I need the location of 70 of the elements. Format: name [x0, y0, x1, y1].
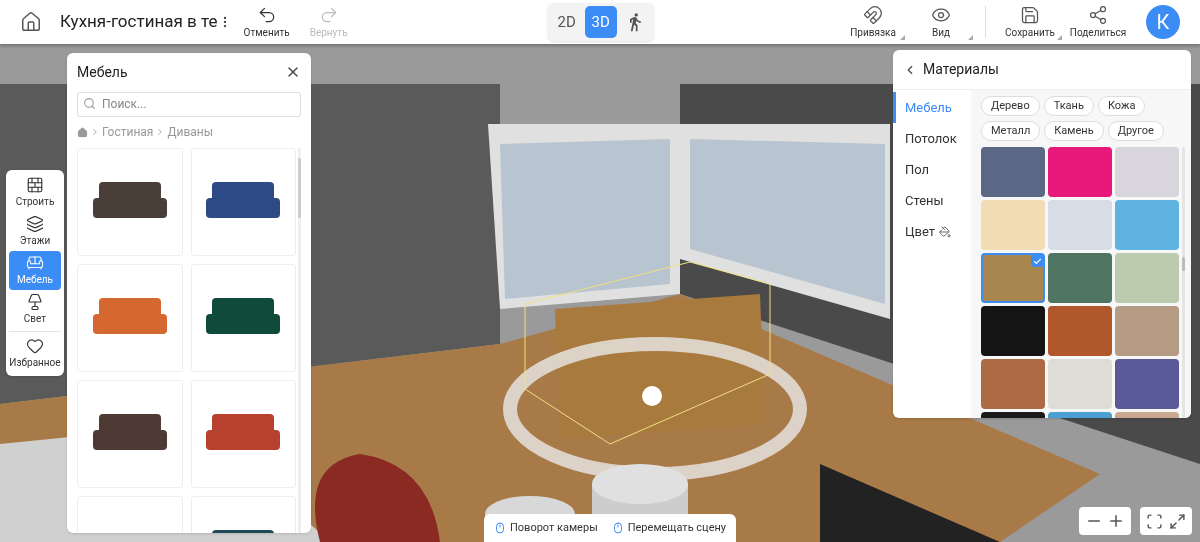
material-swatch[interactable] [981, 253, 1045, 303]
tool-rail-item[interactable]: Строить [9, 173, 61, 212]
selected-sofa[interactable] [555, 294, 765, 439]
toolbar-button[interactable]: Сохранить [996, 4, 1064, 40]
search-field[interactable]: Поиск... [77, 91, 301, 117]
material-swatch[interactable] [1115, 306, 1179, 356]
dropdown-corner-icon [1057, 34, 1062, 40]
toolbar-button[interactable]: Привязка [839, 4, 907, 40]
category-tab[interactable]: Цвет [893, 216, 971, 247]
material-swatch[interactable] [1048, 253, 1112, 303]
material-swatch[interactable] [981, 147, 1045, 197]
rotation-ring[interactable] [503, 337, 807, 481]
share-icon [1088, 4, 1108, 25]
layers-icon [26, 215, 44, 233]
filter-chip[interactable]: Другое [1107, 121, 1164, 141]
undo-button[interactable]: Отменить [243, 4, 290, 40]
sofa-thumbnail[interactable] [77, 380, 183, 488]
category-tab[interactable]: Пол [893, 154, 971, 185]
sofa-thumbnail[interactable] [77, 264, 183, 372]
material-swatch[interactable] [1048, 359, 1112, 409]
material-swatch[interactable] [1048, 306, 1112, 356]
lamp-icon [26, 293, 44, 311]
sofa-thumbnail[interactable] [190, 148, 296, 256]
zoom-in-icon[interactable] [1107, 512, 1125, 530]
tool-rail-item[interactable]: Свет [9, 290, 61, 329]
mouse-icon [611, 522, 624, 534]
filter-chip[interactable]: Металл [981, 121, 1041, 141]
move-handle[interactable] [642, 386, 662, 406]
home-icon[interactable] [20, 11, 42, 33]
paint-bucket-icon [939, 225, 952, 238]
dropdown-corner-icon [900, 34, 905, 40]
panel-title: Мебель [77, 62, 128, 82]
material-swatch[interactable] [981, 200, 1045, 250]
material-swatch[interactable] [1048, 200, 1112, 250]
toolbar-button[interactable]: Поделиться [1064, 4, 1132, 40]
magnet-icon [863, 4, 883, 25]
search-icon [83, 97, 96, 110]
panel-title: Материалы [923, 60, 999, 79]
tool-rail-item[interactable]: Избранное [9, 334, 61, 373]
heart-icon [26, 337, 44, 355]
hint-text: Перемещать сцену [627, 519, 727, 536]
filter-chip[interactable]: Кожа [1097, 96, 1146, 116]
sofa-thumbnail[interactable] [190, 264, 296, 372]
category-tab[interactable]: Стены [893, 185, 971, 216]
sofa-thumbnail[interactable] [77, 148, 183, 256]
check-badge [1031, 255, 1043, 267]
tool-rail-item[interactable]: Этажи [9, 212, 61, 251]
brick-wall-icon [26, 176, 44, 194]
dropdown-corner-icon [968, 34, 973, 40]
material-swatch[interactable] [1115, 359, 1179, 409]
category-tab[interactable]: Потолок [893, 123, 971, 154]
filter-chip[interactable]: Ткань [1043, 96, 1094, 116]
material-swatch[interactable] [981, 306, 1045, 356]
material-swatch[interactable] [1115, 200, 1179, 250]
sofa-icon [26, 254, 44, 272]
material-swatch[interactable] [981, 359, 1045, 409]
toolbar-button[interactable]: Вид [907, 4, 975, 40]
material-swatch[interactable] [1115, 253, 1179, 303]
fullscreen-icon[interactable] [1169, 512, 1186, 530]
sofa-thumbnail[interactable] [190, 380, 296, 488]
focus-frame-icon[interactable] [1146, 512, 1163, 530]
mouse-icon [494, 522, 506, 534]
chevron-right-icon [90, 127, 100, 137]
view-mode-tab[interactable]: 2D [550, 6, 583, 38]
hint-text: Поворот камеры [510, 519, 598, 536]
material-swatch[interactable] [1115, 147, 1179, 197]
material-swatch[interactable] [1048, 147, 1112, 197]
filter-chip[interactable]: Камень [1044, 121, 1104, 141]
project-title[interactable]: Кухня-гостиная в те [60, 9, 218, 35]
filter-chip[interactable]: Дерево [981, 96, 1040, 116]
